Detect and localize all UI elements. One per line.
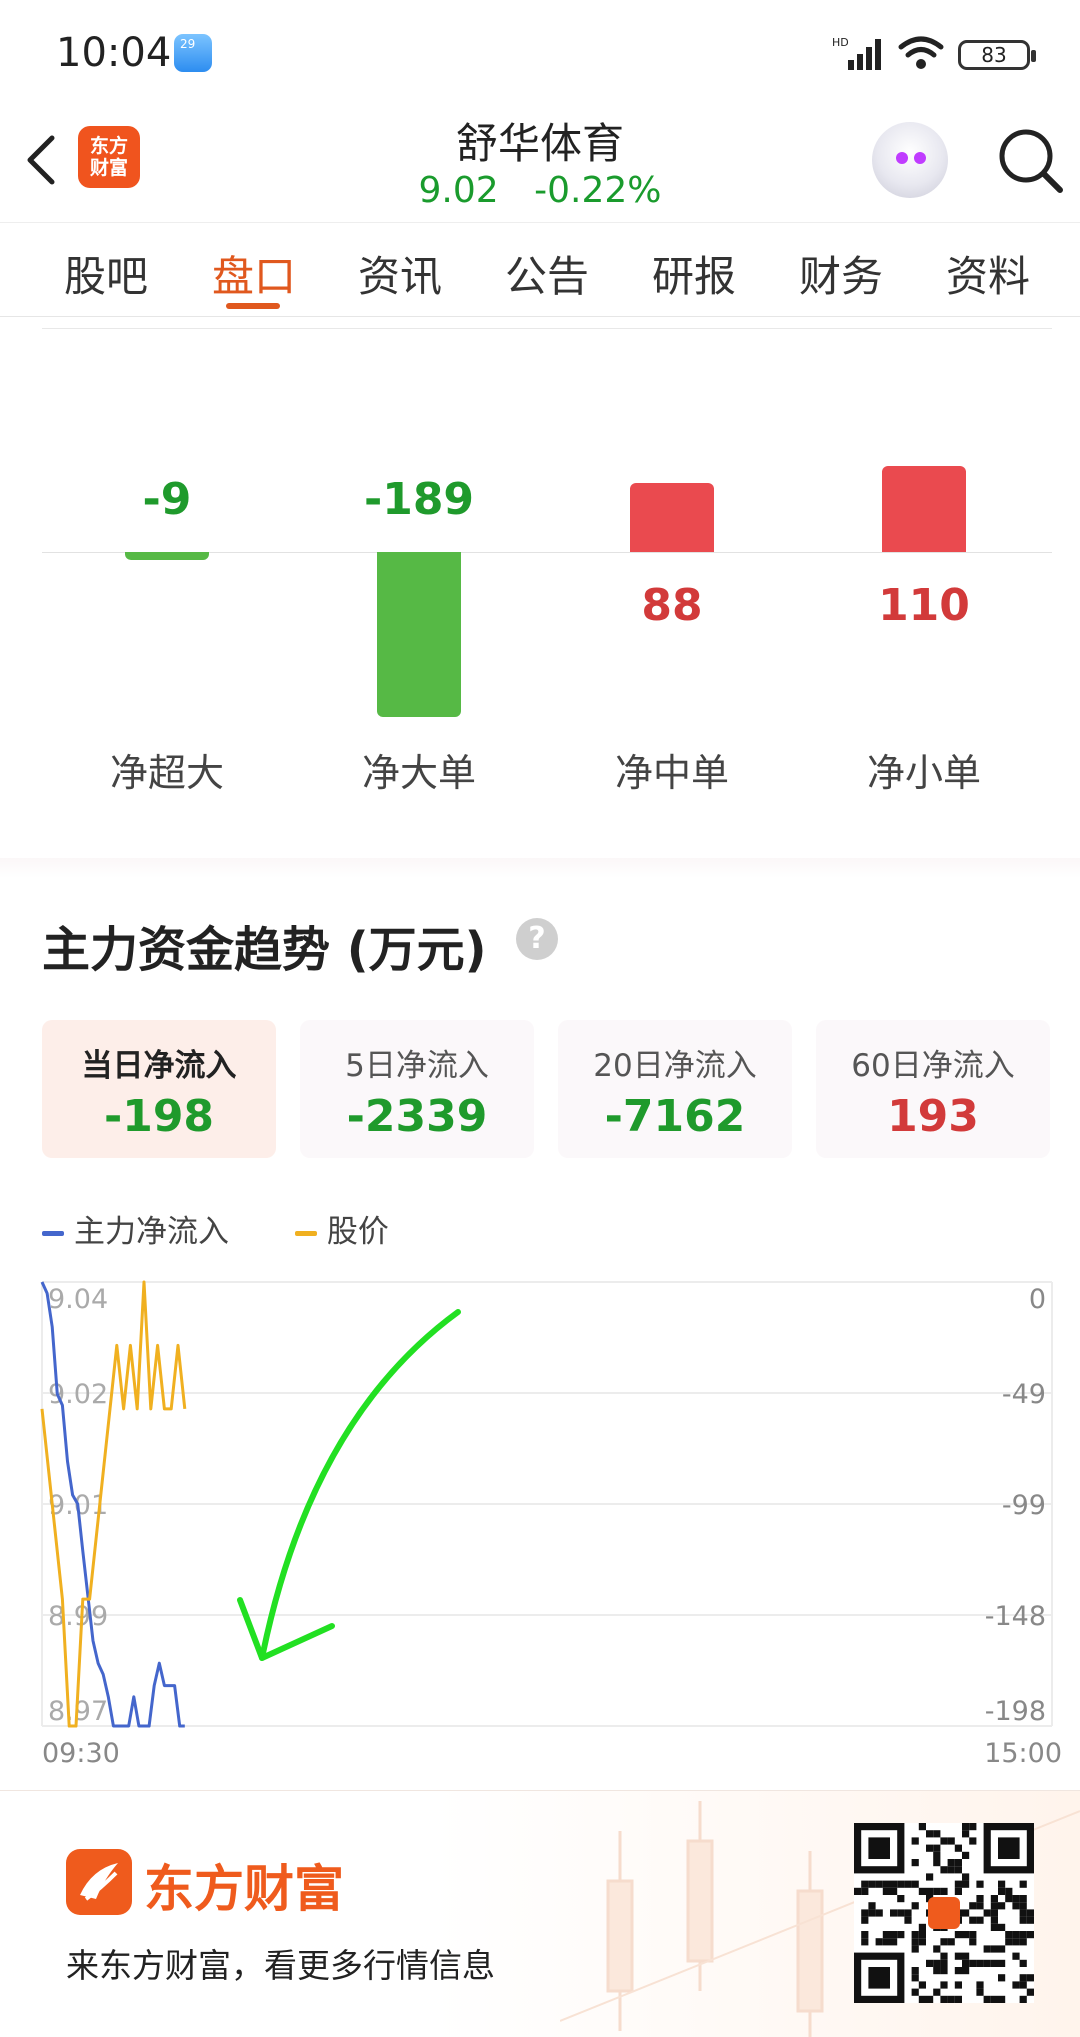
- network-label: HD: [832, 36, 849, 49]
- brand-logo-icon: [66, 1849, 132, 1915]
- tab-profile[interactable]: 资料: [946, 243, 1030, 304]
- card-label: 60日净流入: [851, 1048, 1015, 1084]
- trend-title: 主力资金趋势 (万元): [42, 922, 487, 978]
- section-gap: [0, 858, 1080, 878]
- legend-swatch: [42, 1231, 64, 1236]
- stock-header: 东方 财富 舒华体育 9.02 -0.22%: [0, 110, 1080, 220]
- battery-indicator: 83: [958, 40, 1036, 70]
- net-flow-value: -189: [363, 474, 475, 525]
- x-tick-label: 15:00: [984, 1738, 1062, 1769]
- status-time: 10:04: [56, 30, 172, 76]
- tab-pankou[interactable]: 盘口: [212, 243, 296, 304]
- weather-badge: 29: [180, 37, 196, 51]
- assistant-robot-icon[interactable]: [872, 122, 948, 198]
- qr-code-icon[interactable]: [854, 1823, 1034, 2003]
- y-left-tick-label: 9.04: [48, 1284, 108, 1315]
- tab-bar: 股吧 盘口 资讯 公告 研报 财务 资料: [0, 222, 1080, 317]
- card-label: 当日净流入: [81, 1048, 237, 1084]
- tab-announcements[interactable]: 公告: [505, 243, 589, 304]
- y-right-tick-label: -198: [985, 1696, 1046, 1727]
- brand-slogan: 来东方财富，看更多行情信息: [66, 1946, 495, 1985]
- robot-eye-right: [914, 152, 926, 164]
- tab-finance[interactable]: 财务: [799, 243, 883, 304]
- card-60d-inflow[interactable]: 60日净流入 193: [816, 1020, 1050, 1158]
- net-flow-bar: [630, 482, 714, 552]
- annotation-arrow-icon: [259, 1309, 461, 1661]
- help-icon[interactable]: ?: [516, 918, 558, 960]
- y-right-tick-label: -148: [985, 1601, 1046, 1632]
- net-flow-value: -9: [142, 474, 192, 525]
- net-flow-bar: [377, 552, 461, 717]
- card-value: -2339: [346, 1091, 488, 1142]
- card-today-inflow[interactable]: 当日净流入 -198: [42, 1020, 276, 1158]
- bars-container: -9 净超大 -189 净大单 88 净中单 110 净小单: [0, 318, 1080, 858]
- robot-eye-left: [896, 152, 908, 164]
- y-left-tick-label: 8.99: [48, 1601, 108, 1632]
- annotation-arrowhead: [237, 1597, 335, 1661]
- signal-icon: HD: [832, 36, 881, 70]
- card-value: 193: [887, 1091, 979, 1142]
- legend-swatch: [294, 1231, 317, 1236]
- y-right-tick-label: 0: [1029, 1284, 1046, 1315]
- card-20d-inflow[interactable]: 20日净流入 -7162: [558, 1020, 792, 1158]
- trend-chart[interactable]: 9.04 9.02 9.01 8.99 8.97 0 -49 -99 -148 -198 09:30…: [0, 1270, 1080, 1770]
- net-flow-label: 净超大: [109, 751, 224, 795]
- stock-change-pct: -0.22%: [534, 170, 662, 211]
- card-value: -198: [103, 1091, 215, 1142]
- wifi-icon: [898, 36, 944, 69]
- legend-item-main-inflow[interactable]: 主力净流入: [42, 1206, 229, 1251]
- trend-chart-svg: 9.049.029.018.998.970-49-99-148-19809:30…: [40, 1280, 1062, 1769]
- stock-price: 9.02: [418, 170, 499, 211]
- active-tab-indicator: [226, 303, 280, 309]
- tab-guba[interactable]: 股吧: [64, 243, 148, 304]
- legend-item-price[interactable]: 股价: [294, 1206, 389, 1251]
- x-tick-label: 09:30: [42, 1738, 120, 1769]
- brand-name: 东方财富: [144, 1860, 344, 1918]
- y-right-tick-label: -99: [1002, 1490, 1046, 1521]
- tab-research[interactable]: 研报: [652, 243, 736, 304]
- net-flow-bar: [125, 552, 209, 560]
- card-5d-inflow[interactable]: 5日净流入 -2339: [300, 1020, 534, 1158]
- net-flow-label: 净大单: [361, 751, 476, 795]
- net-flow-value: 110: [878, 580, 970, 631]
- net-flow-label: 净小单: [866, 751, 981, 795]
- net-flow-value: 88: [641, 580, 703, 631]
- y-right-tick-label: -49: [1002, 1379, 1046, 1410]
- card-label: 20日净流入: [593, 1048, 757, 1084]
- search-icon[interactable]: [996, 126, 1066, 196]
- card-value: -7162: [604, 1091, 746, 1142]
- weather-icon: 29: [174, 34, 212, 72]
- net-flow-bar: [882, 465, 966, 552]
- net-flow-bars: -9 净超大 -189 净大单 88 净中单 110 净小单: [0, 318, 1080, 858]
- status-bar: 10:04 29 HD 83: [0, 0, 1080, 110]
- net-flow-label: 净中单: [614, 751, 729, 795]
- card-label: 5日净流入: [345, 1048, 489, 1084]
- chart-legend: 主力净流入 股价: [42, 1206, 445, 1251]
- footer-banner[interactable]: 东方财富 来东方财富，看更多行情信息: [0, 1790, 1080, 2037]
- tab-news[interactable]: 资讯: [358, 243, 442, 304]
